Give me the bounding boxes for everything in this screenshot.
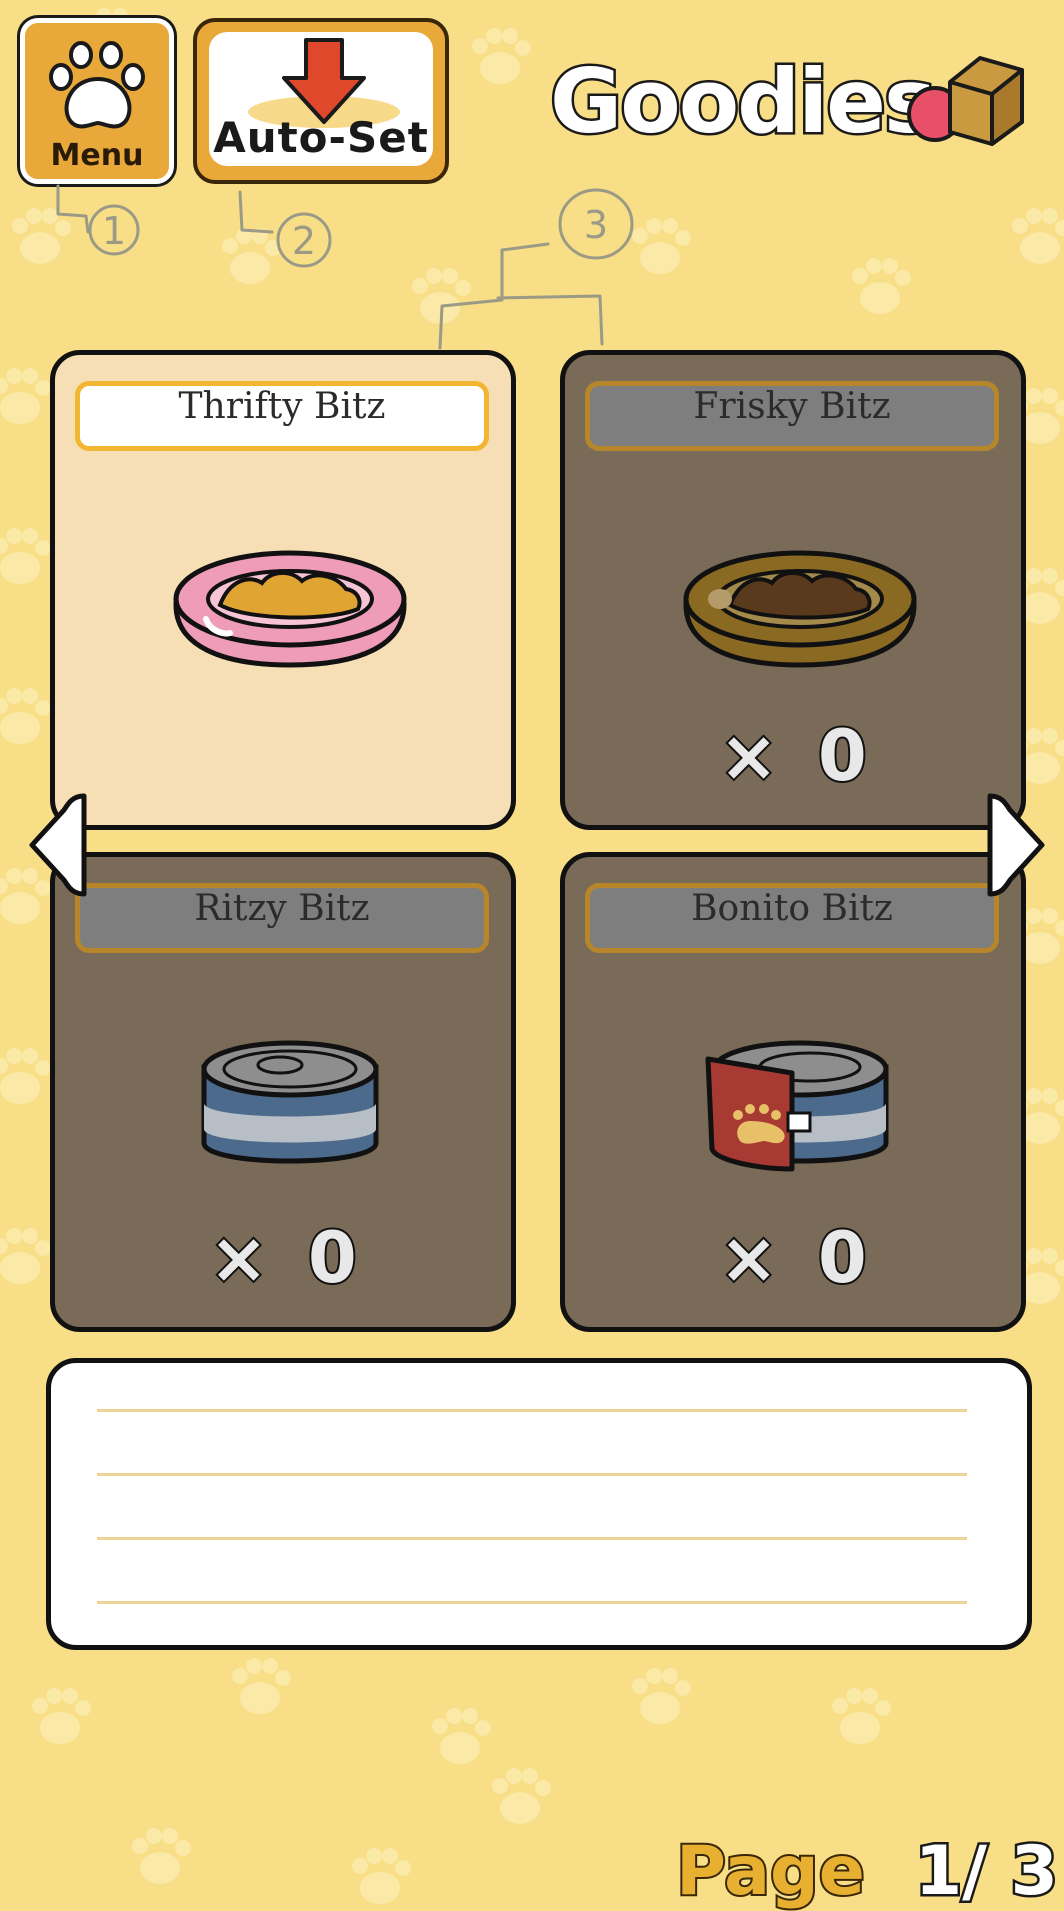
page-indicator: Page 1/ 3 bbox=[674, 1830, 1060, 1911]
ruled-line bbox=[97, 1409, 967, 1412]
pink-food-bowl-icon bbox=[173, 550, 407, 668]
card-name: Bonito Bitz bbox=[585, 883, 999, 953]
food-card-frisky-bitz[interactable]: Frisky Bitz × 0 bbox=[560, 350, 1026, 830]
times-icon: × bbox=[717, 713, 780, 799]
ball-and-box-icon bbox=[907, 56, 1024, 146]
card-name: Ritzy Bitz bbox=[75, 883, 489, 953]
paw-icon bbox=[49, 41, 145, 129]
ruled-line bbox=[97, 1537, 967, 1540]
menu-label: Menu bbox=[50, 138, 144, 173]
auto-set-button[interactable]: Auto-Set bbox=[193, 18, 449, 184]
times-icon: × bbox=[207, 1215, 270, 1301]
next-page-arrow[interactable] bbox=[986, 790, 1046, 900]
previous-page-arrow[interactable] bbox=[28, 790, 88, 900]
item-count: × 0 bbox=[717, 713, 868, 799]
page-title: Goodies bbox=[547, 48, 938, 156]
red-label-tin-can-icon bbox=[705, 1040, 889, 1172]
brown-food-bowl-icon bbox=[683, 550, 917, 668]
food-card-ritzy-bitz[interactable]: Ritzy Bitz × 0 bbox=[50, 852, 516, 1332]
item-count: × 0 bbox=[717, 1215, 868, 1301]
ruled-line bbox=[97, 1601, 967, 1604]
blue-tin-can-icon bbox=[201, 1040, 379, 1164]
page-label: Page bbox=[674, 1830, 867, 1911]
times-icon: × bbox=[717, 1215, 780, 1301]
card-name: Thrifty Bitz bbox=[75, 381, 489, 451]
food-card-bonito-bitz[interactable]: Bonito Bitz × 0 bbox=[560, 852, 1026, 1332]
item-count: × 0 bbox=[207, 1215, 358, 1301]
page-number: 1/ 3 bbox=[912, 1830, 1060, 1911]
food-card-thrifty-bitz[interactable]: Thrifty Bitz bbox=[50, 350, 516, 830]
ruled-line bbox=[97, 1473, 967, 1476]
menu-button[interactable]: Menu bbox=[20, 18, 174, 184]
card-name: Frisky Bitz bbox=[585, 381, 999, 451]
description-box bbox=[46, 1358, 1032, 1650]
auto-set-label: Auto-Set bbox=[213, 113, 429, 162]
